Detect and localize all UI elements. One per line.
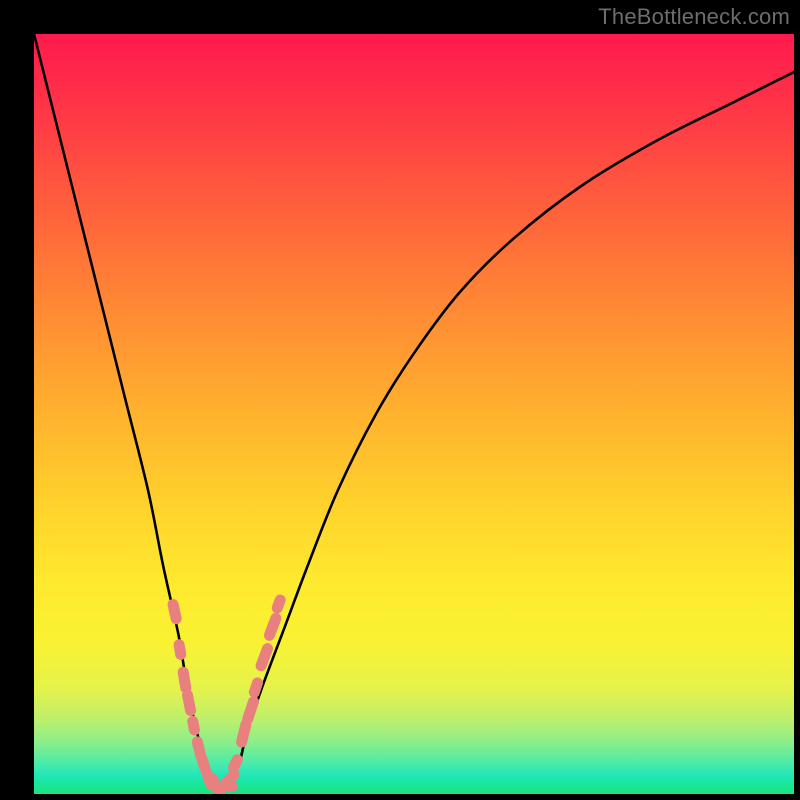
curve-marker [186, 715, 201, 736]
bottleneck-curve [34, 34, 794, 788]
curve-marker [177, 666, 192, 694]
attribution-label: TheBottleneck.com [598, 4, 790, 30]
curve-marker [181, 689, 197, 717]
curve-marker [241, 695, 261, 726]
bottleneck-curve-path [34, 34, 794, 788]
plot-area [34, 34, 794, 794]
curve-marker [270, 593, 287, 615]
curve-marker [254, 642, 275, 673]
curve-marker [166, 598, 182, 625]
chart-frame: TheBottleneck.com [0, 0, 800, 800]
curve-layer [34, 34, 794, 794]
curve-marker [173, 638, 187, 660]
marker-group [166, 593, 287, 794]
